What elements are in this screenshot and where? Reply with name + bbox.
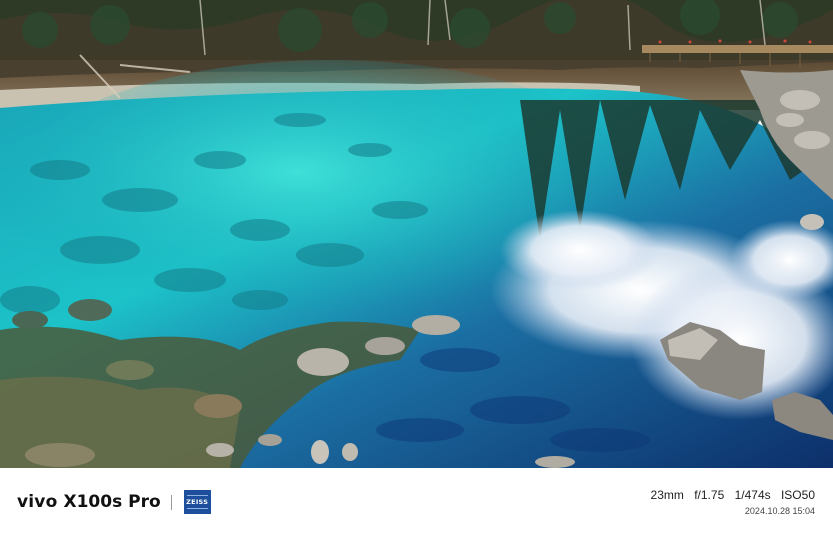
device-brand: vivo X100s Pro ZEISS <box>17 490 211 514</box>
iso: ISO50 <box>780 488 815 502</box>
landscape-photo <box>0 0 833 468</box>
aperture: f/1.75 <box>694 488 725 502</box>
timestamp: 2024.10.28 15:04 <box>744 506 815 516</box>
focal-length: 23mm <box>650 488 684 502</box>
brand-name: vivo <box>17 492 58 512</box>
model-name: X100s Pro <box>63 492 161 512</box>
exif-info: 23mm f/1.75 1/474s ISO50 2024.10.28 15:0… <box>651 488 815 516</box>
divider <box>170 494 172 510</box>
shutter-speed: 1/474s <box>734 488 771 502</box>
camera-watermark-bar: vivo X100s Pro ZEISS 23mm f/1.75 1/474s … <box>0 468 833 535</box>
zeiss-logo-icon: ZEISS <box>183 490 211 514</box>
exif-settings: 23mm f/1.75 1/474s ISO50 <box>651 488 815 502</box>
